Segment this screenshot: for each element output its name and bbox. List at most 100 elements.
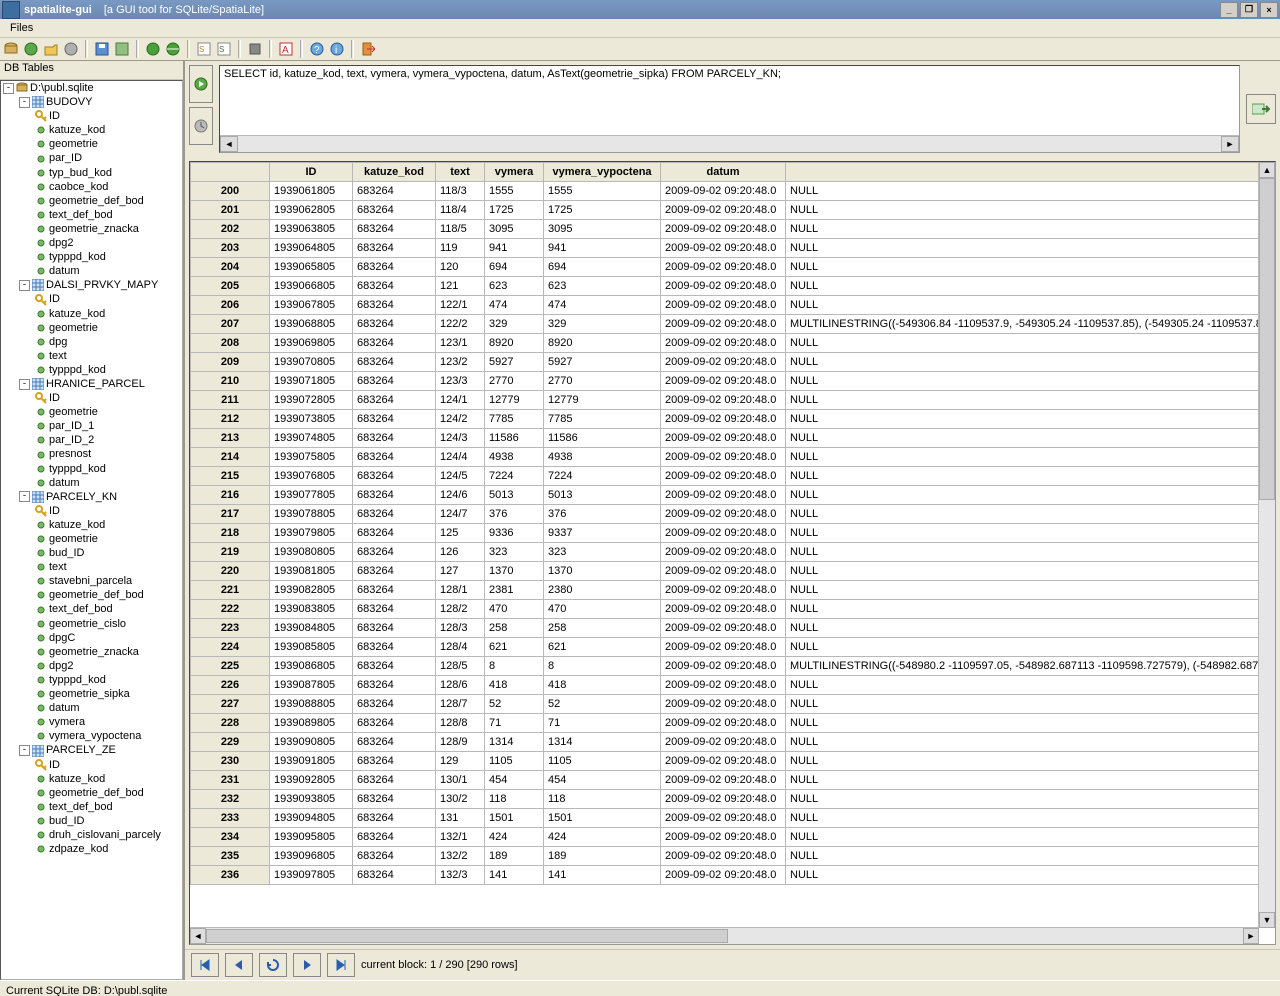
row-header[interactable]: 233 xyxy=(191,809,270,828)
grid-header[interactable]: datum xyxy=(661,163,786,182)
cell-geom[interactable]: NULL xyxy=(786,429,1273,448)
cell-vymera-vypoctena[interactable]: 694 xyxy=(544,258,661,277)
table-row[interactable]: 2201939081805683264127137013702009-09-02… xyxy=(191,562,1273,581)
scroll-left-icon[interactable]: ◄ xyxy=(220,136,238,152)
tree-column[interactable]: dpg2 xyxy=(35,236,182,250)
tree-table[interactable]: -PARCELY_ZEIDkatuze_kodgeometrie_def_bod… xyxy=(19,743,182,856)
cell-katuze-kod[interactable]: 683264 xyxy=(353,809,436,828)
cell-datum[interactable]: 2009-09-02 09:20:48.0 xyxy=(661,676,786,695)
grid-header[interactable]: ID xyxy=(270,163,353,182)
cell-datum[interactable]: 2009-09-02 09:20:48.0 xyxy=(661,258,786,277)
cell-vymera-vypoctena[interactable]: 2380 xyxy=(544,581,661,600)
cell-text[interactable]: 125 xyxy=(436,524,485,543)
cell-id[interactable]: 1939088805 xyxy=(270,695,353,714)
cell-katuze-kod[interactable]: 683264 xyxy=(353,847,436,866)
cell-geom[interactable]: NULL xyxy=(786,771,1273,790)
table-row[interactable]: 20419390658056832641206946942009-09-02 0… xyxy=(191,258,1273,277)
cell-katuze-kod[interactable]: 683264 xyxy=(353,771,436,790)
cell-vymera-vypoctena[interactable]: 258 xyxy=(544,619,661,638)
cell-id[interactable]: 1939071805 xyxy=(270,372,353,391)
row-header[interactable]: 222 xyxy=(191,600,270,619)
table-row[interactable]: 20319390648056832641199419412009-09-02 0… xyxy=(191,239,1273,258)
save-icon[interactable] xyxy=(93,40,111,58)
cell-geom[interactable]: NULL xyxy=(786,277,1273,296)
table-row[interactable]: 2061939067805683264122/14744742009-09-02… xyxy=(191,296,1273,315)
row-header[interactable]: 225 xyxy=(191,657,270,676)
cell-geom[interactable]: NULL xyxy=(786,448,1273,467)
tree-column[interactable]: datum xyxy=(35,264,182,278)
cell-geom[interactable]: NULL xyxy=(786,239,1273,258)
cell-id[interactable]: 1939082805 xyxy=(270,581,353,600)
tree-db[interactable]: -D:\publ.sqlite-BUDOVYIDkatuze_kodgeomet… xyxy=(3,81,182,856)
cell-datum[interactable]: 2009-09-02 09:20:48.0 xyxy=(661,220,786,239)
cell-id[interactable]: 1939061805 xyxy=(270,182,353,201)
cell-datum[interactable]: 2009-09-02 09:20:48.0 xyxy=(661,847,786,866)
row-header[interactable]: 227 xyxy=(191,695,270,714)
grid-header[interactable]: vymera_vypoctena xyxy=(544,163,661,182)
cell-id[interactable]: 1939064805 xyxy=(270,239,353,258)
table-row[interactable]: 2111939072805683264124/112779127792009-0… xyxy=(191,391,1273,410)
cell-vymera-vypoctena[interactable]: 3095 xyxy=(544,220,661,239)
cell-text[interactable]: 130/2 xyxy=(436,790,485,809)
cell-katuze-kod[interactable]: 683264 xyxy=(353,296,436,315)
table-row[interactable]: 2081939069805683264123/1892089202009-09-… xyxy=(191,334,1273,353)
cell-vymera-vypoctena[interactable]: 329 xyxy=(544,315,661,334)
row-header[interactable]: 230 xyxy=(191,752,270,771)
row-header[interactable]: 220 xyxy=(191,562,270,581)
cell-text[interactable]: 128/5 xyxy=(436,657,485,676)
tree-column[interactable]: typppd_kod xyxy=(35,673,182,687)
cell-katuze-kod[interactable]: 683264 xyxy=(353,866,436,885)
disconnect-icon[interactable] xyxy=(62,40,80,58)
tree-column[interactable]: typppd_kod xyxy=(35,363,182,377)
cell-id[interactable]: 1939091805 xyxy=(270,752,353,771)
row-header[interactable]: 208 xyxy=(191,334,270,353)
tree-column[interactable]: ID xyxy=(35,504,182,518)
cell-text[interactable]: 132/3 xyxy=(436,866,485,885)
vacuum-icon[interactable] xyxy=(113,40,131,58)
tree-column[interactable]: ID xyxy=(35,292,182,306)
row-header[interactable]: 221 xyxy=(191,581,270,600)
table-row[interactable]: 2021939063805683264118/5309530952009-09-… xyxy=(191,220,1273,239)
cell-text[interactable]: 129 xyxy=(436,752,485,771)
cell-katuze-kod[interactable]: 683264 xyxy=(353,600,436,619)
tree-column[interactable]: vymera xyxy=(35,715,182,729)
cell-datum[interactable]: 2009-09-02 09:20:48.0 xyxy=(661,619,786,638)
cell-text[interactable]: 127 xyxy=(436,562,485,581)
cell-vymera[interactable]: 1105 xyxy=(485,752,544,771)
tree-column[interactable]: presnost xyxy=(35,447,182,461)
tree-table[interactable]: -DALSI_PRVKY_MAPYIDkatuze_kodgeometriedp… xyxy=(19,278,182,377)
table-row[interactable]: 2151939076805683264124/5722472242009-09-… xyxy=(191,467,1273,486)
cell-vymera[interactable]: 2770 xyxy=(485,372,544,391)
history-sql-button[interactable] xyxy=(189,107,213,145)
cell-vymera[interactable]: 424 xyxy=(485,828,544,847)
cell-vymera-vypoctena[interactable]: 621 xyxy=(544,638,661,657)
cell-katuze-kod[interactable]: 683264 xyxy=(353,619,436,638)
cell-katuze-kod[interactable]: 683264 xyxy=(353,372,436,391)
cell-vymera-vypoctena[interactable]: 941 xyxy=(544,239,661,258)
cell-datum[interactable]: 2009-09-02 09:20:48.0 xyxy=(661,239,786,258)
row-header[interactable]: 235 xyxy=(191,847,270,866)
cell-vymera-vypoctena[interactable]: 1555 xyxy=(544,182,661,201)
cell-vymera-vypoctena[interactable]: 474 xyxy=(544,296,661,315)
row-header[interactable]: 211 xyxy=(191,391,270,410)
table-row[interactable]: 2351939096805683264132/21891892009-09-02… xyxy=(191,847,1273,866)
cell-geom[interactable]: MULTILINESTRING((-548980.2 -1109597.05, … xyxy=(786,657,1273,676)
tree-column[interactable]: katuze_kod xyxy=(35,772,182,786)
table-row[interactable]: 2321939093805683264130/21181182009-09-02… xyxy=(191,790,1273,809)
tree-column[interactable]: text xyxy=(35,560,182,574)
cell-vymera-vypoctena[interactable]: 1501 xyxy=(544,809,661,828)
cell-vymera-vypoctena[interactable]: 71 xyxy=(544,714,661,733)
cell-geom[interactable]: NULL xyxy=(786,847,1273,866)
connect-db-icon[interactable] xyxy=(2,40,20,58)
cell-vymera[interactable]: 5927 xyxy=(485,353,544,372)
cell-datum[interactable]: 2009-09-02 09:20:48.0 xyxy=(661,486,786,505)
cell-geom[interactable]: NULL xyxy=(786,695,1273,714)
cell-vymera[interactable]: 7785 xyxy=(485,410,544,429)
cell-geom[interactable]: NULL xyxy=(786,866,1273,885)
row-header[interactable]: 215 xyxy=(191,467,270,486)
row-header[interactable]: 201 xyxy=(191,201,270,220)
scroll-right-icon[interactable]: ► xyxy=(1243,928,1259,944)
tree-column[interactable]: dpg2 xyxy=(35,659,182,673)
cell-vymera-vypoctena[interactable]: 141 xyxy=(544,866,661,885)
cell-text[interactable]: 128/4 xyxy=(436,638,485,657)
